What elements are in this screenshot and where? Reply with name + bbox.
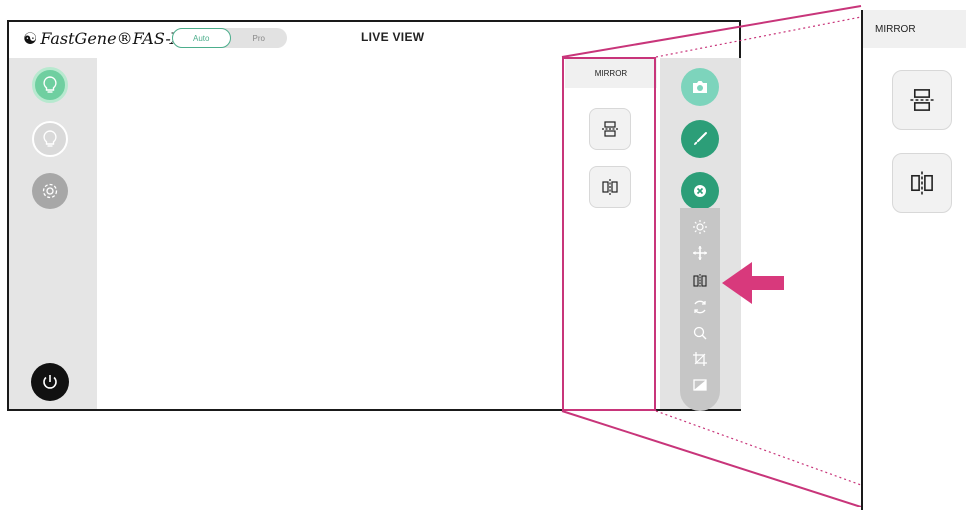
zoom-callout: MIRROR — [861, 10, 966, 510]
brand-logo: ☯ FastGene®FAS-X — [23, 29, 182, 48]
flip-vertical-icon — [910, 89, 934, 111]
lightbulb-outline-icon — [43, 130, 57, 147]
page-title: LIVE VIEW — [361, 30, 425, 44]
brightness-icon[interactable] — [680, 216, 720, 238]
crop-icon[interactable] — [680, 348, 720, 370]
camera-icon — [693, 81, 707, 93]
top-bar: ☯ FastGene®FAS-X Auto Pro LIVE VIEW — [9, 22, 739, 58]
light-off-button[interactable] — [32, 121, 68, 157]
zoom-flip-vertical-button[interactable] — [892, 70, 952, 130]
zoom-flip-horizontal-button[interactable] — [892, 153, 952, 213]
brand-text: FastGene®FAS-X — [40, 29, 182, 48]
gear-icon — [42, 183, 58, 199]
settings-button[interactable] — [32, 173, 68, 209]
capture-button[interactable] — [681, 68, 719, 106]
lightbulb-icon — [43, 76, 57, 93]
zoom-icon[interactable] — [680, 322, 720, 344]
power-icon — [43, 375, 57, 389]
flip-horizontal-icon — [911, 171, 933, 195]
highlight-frame — [562, 57, 656, 411]
tool-column — [660, 58, 741, 411]
zoom-panel-header: MIRROR — [863, 10, 966, 48]
contrast-icon[interactable] — [680, 374, 720, 396]
move-icon[interactable] — [680, 242, 720, 264]
mode-auto[interactable]: Auto — [172, 28, 231, 48]
reset-button[interactable] — [681, 172, 719, 210]
mode-toggle[interactable]: Auto Pro — [172, 28, 287, 48]
mirror-icon[interactable] — [680, 270, 720, 292]
rotate-icon[interactable] — [680, 296, 720, 318]
mode-pro[interactable]: Pro — [231, 28, 288, 48]
light-on-button[interactable] — [32, 67, 68, 103]
tool-strip — [680, 208, 720, 411]
brush-button[interactable] — [681, 120, 719, 158]
left-sidebar — [9, 58, 97, 409]
brush-icon — [694, 132, 707, 145]
close-circle-icon — [694, 185, 706, 197]
brand-mark-icon: ☯ — [23, 29, 38, 48]
power-button[interactable] — [31, 363, 69, 401]
